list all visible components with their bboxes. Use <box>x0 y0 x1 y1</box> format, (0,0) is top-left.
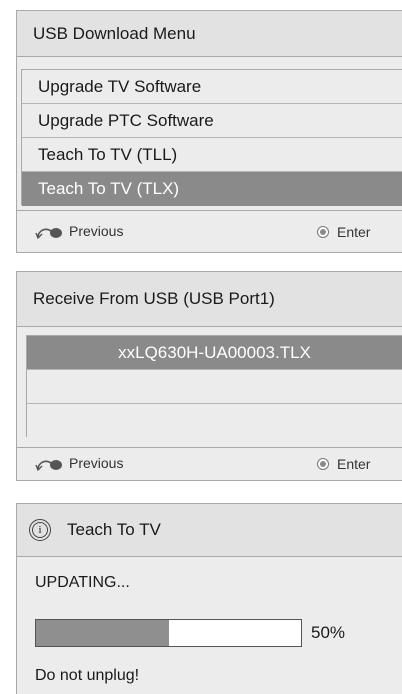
file-item-selected[interactable]: xxLQ630H-UA00003.TLX <box>27 336 402 370</box>
previous-button[interactable]: Previous <box>35 223 123 239</box>
menu-item-upgrade-ptc-software[interactable]: Upgrade PTC Software <box>22 104 402 138</box>
enter-radio-icon <box>317 226 329 238</box>
file-item-empty[interactable] <box>27 370 402 404</box>
enter-button[interactable]: Enter <box>317 456 370 472</box>
usb-download-menu-footer: Previous Enter <box>17 210 402 252</box>
menu-item-label: Upgrade PTC Software <box>38 110 214 130</box>
return-arrow-icon <box>35 228 62 239</box>
progress-percent: 50% <box>311 623 346 642</box>
progress-bar <box>35 619 302 647</box>
previous-button[interactable]: Previous <box>35 455 123 471</box>
receive-from-usb-title: Receive From USB (USB Port1) <box>17 272 402 327</box>
menu-item-teach-tlx[interactable]: Teach To TV (TLX) <box>22 172 402 206</box>
usb-download-menu-title-text: USB Download Menu <box>33 23 196 43</box>
usb-file-list: xxLQ630H-UA00003.TLX <box>26 335 402 438</box>
teach-to-tv-title-text: Teach To TV <box>67 520 161 539</box>
enter-label: Enter <box>337 456 371 472</box>
menu-item-label: Teach To TV (TLL) <box>38 144 178 164</box>
usb-download-menu-list: Upgrade TV Software Upgrade PTC Software… <box>21 69 402 206</box>
receive-from-usb-title-text: Receive From USB (USB Port1) <box>33 289 275 308</box>
file-name: xxLQ630H-UA00003.TLX <box>118 342 311 362</box>
previous-label: Previous <box>69 455 124 471</box>
menu-item-upgrade-tv-software[interactable]: Upgrade TV Software <box>22 70 402 104</box>
teach-to-tv-title: i Teach To TV <box>17 504 402 557</box>
warning-text: Do not unplug! <box>35 667 140 684</box>
previous-label: Previous <box>69 223 124 239</box>
usb-download-menu-panel: USB Download Menu Upgrade TV Software Up… <box>16 10 402 253</box>
menu-item-label: Teach To TV (TLX) <box>38 179 180 198</box>
enter-radio-icon <box>317 458 329 470</box>
usb-download-menu-title: USB Download Menu <box>17 11 402 57</box>
return-arrow-icon <box>35 460 62 471</box>
info-icon: i <box>29 519 51 541</box>
receive-from-usb-footer: Previous Enter <box>17 447 402 480</box>
progress-fill <box>36 620 169 646</box>
receive-from-usb-panel: Receive From USB (USB Port1) xxLQ630H-UA… <box>16 271 402 481</box>
menu-item-label: Upgrade TV Software <box>38 76 202 96</box>
teach-to-tv-dialog: i Teach To TV UPDATING... 50% Do not unp… <box>16 503 402 694</box>
file-item-empty[interactable] <box>27 404 402 438</box>
enter-label: Enter <box>337 224 371 240</box>
update-status: UPDATING... <box>35 574 130 591</box>
menu-item-teach-tll[interactable]: Teach To TV (TLL) <box>22 138 402 172</box>
enter-button[interactable]: Enter <box>317 224 370 240</box>
